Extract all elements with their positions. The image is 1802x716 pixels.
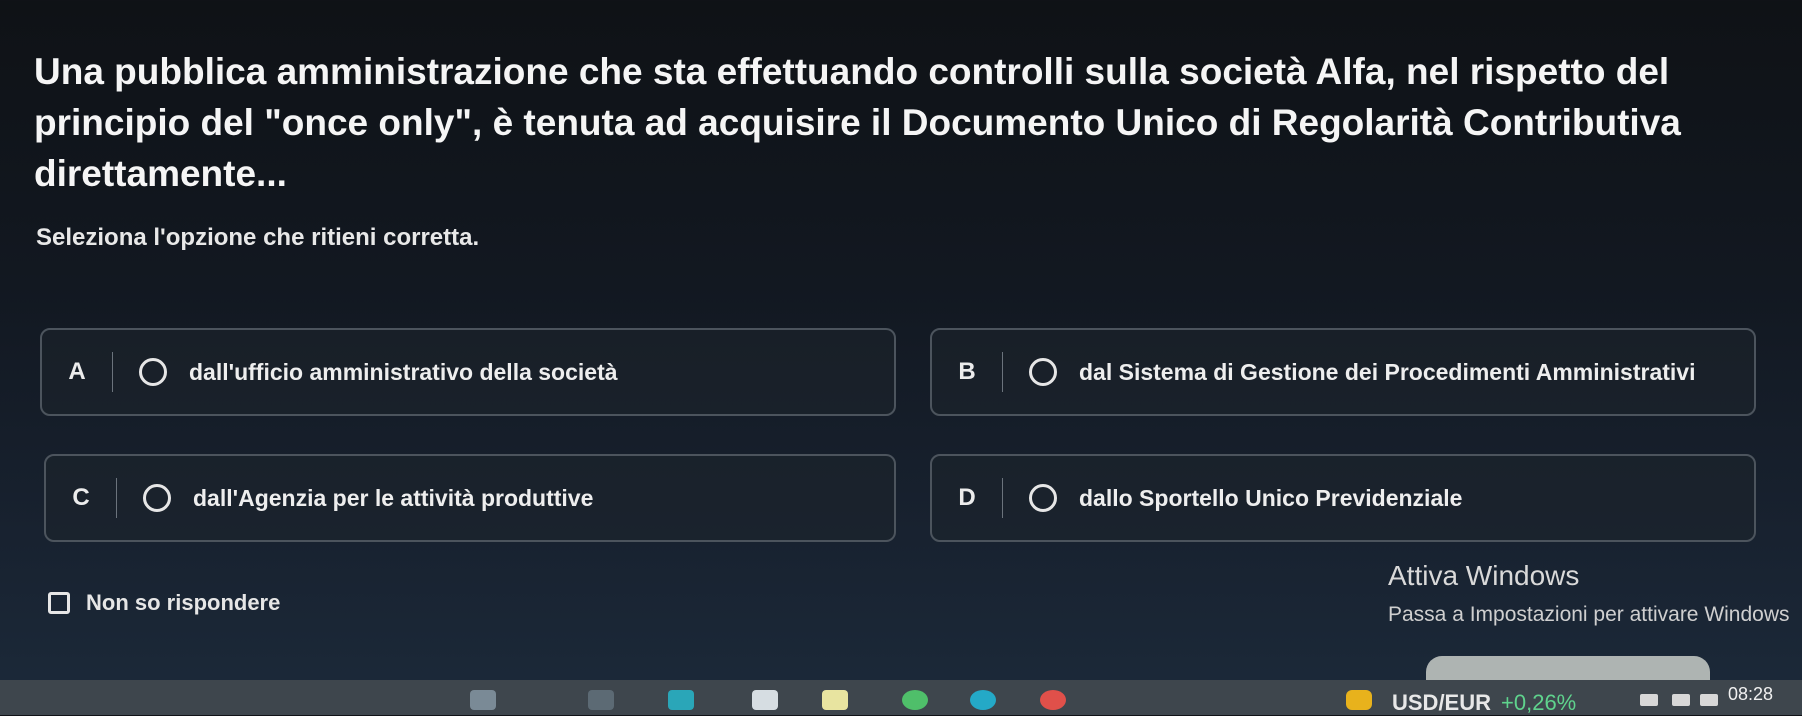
instruction-text: Seleziona l'opzione che ritieni corretta… [36, 224, 480, 251]
edge-icon[interactable] [752, 690, 778, 710]
radio-button[interactable] [1029, 484, 1057, 512]
divider [1002, 352, 1003, 392]
question-text: Una pubblica amministrazione che sta eff… [34, 51, 1681, 194]
option-letter: B [958, 358, 976, 385]
option-label: dall'Agenzia per le attività produttive [193, 484, 594, 511]
option-label: dal Sistema di Gestione dei Procedimenti… [1079, 358, 1696, 385]
app-icon[interactable] [470, 690, 496, 710]
option-label: dall'ufficio amministrativo della societ… [189, 358, 618, 385]
stock-ticker[interactable]: USD/EUR +0,26% [1392, 690, 1576, 716]
option-b[interactable]: B dal Sistema di Gestione dei Procedimen… [930, 328, 1756, 416]
divider [116, 478, 117, 518]
option-letter: C [72, 484, 90, 511]
clock[interactable]: 08:28 [1728, 684, 1773, 705]
no-answer-checkbox[interactable] [48, 592, 70, 614]
activation-watermark-title: Attiva Windows [1388, 560, 1580, 591]
store-icon[interactable] [668, 690, 694, 710]
option-letter: D [958, 484, 976, 511]
option-label: dallo Sportello Unico Previdenziale [1079, 484, 1463, 511]
weather-icon[interactable] [1346, 690, 1372, 710]
no-answer-option[interactable]: Non so rispondere [48, 590, 280, 616]
divider [1002, 478, 1003, 518]
divider [112, 352, 113, 392]
ticker-change: +0,26% [1501, 690, 1577, 715]
file-explorer-icon[interactable] [588, 690, 614, 710]
chrome-icon[interactable] [822, 690, 848, 710]
option-letter: A [68, 358, 86, 385]
option-d[interactable]: D dallo Sportello Unico Previdenziale [930, 454, 1756, 542]
radio-button[interactable] [143, 484, 171, 512]
radio-button[interactable] [1029, 358, 1057, 386]
wifi-icon[interactable] [1700, 694, 1718, 706]
ticker-symbol: USD/EUR [1392, 690, 1492, 715]
mail-icon[interactable] [970, 690, 996, 710]
no-answer-label: Non so rispondere [86, 590, 281, 615]
option-c[interactable]: C dall'Agenzia per le attività produttiv… [44, 454, 896, 542]
activation-watermark-subtitle: Passa a Impostazioni per attivare Window… [1388, 603, 1790, 626]
chevron-up-icon[interactable] [1640, 694, 1658, 706]
option-a[interactable]: A dall'ufficio amministrativo della soci… [40, 328, 896, 416]
teams-icon[interactable] [1040, 690, 1066, 710]
office-icon[interactable] [902, 690, 928, 710]
radio-button[interactable] [139, 358, 167, 386]
battery-icon[interactable] [1672, 694, 1690, 706]
